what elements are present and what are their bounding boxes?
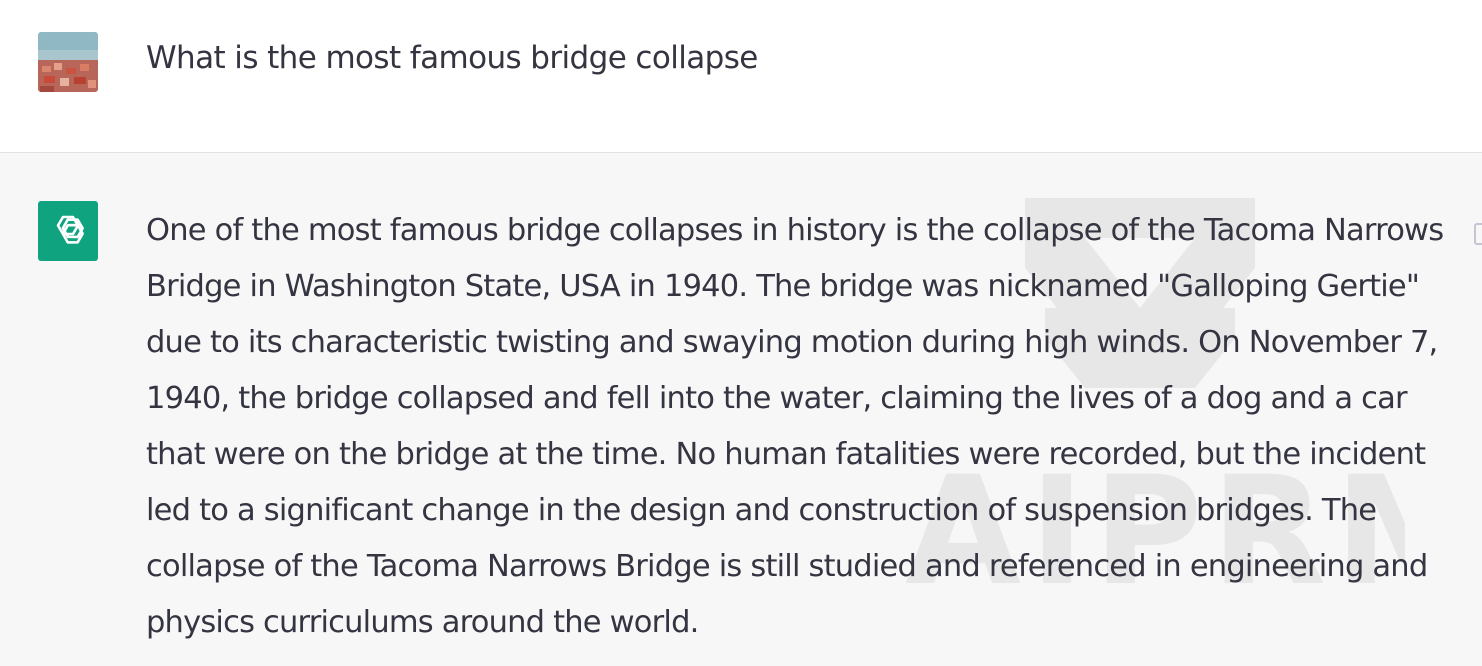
- chat-page: What is the most famous bridge collapse …: [0, 0, 1482, 666]
- copy-icon[interactable]: [1474, 223, 1482, 245]
- assistant-avatar: [38, 201, 98, 261]
- openai-logo-icon: [56, 215, 84, 244]
- assistant-message-row: AIPRM One of the most famous bridge coll…: [0, 153, 1482, 666]
- assistant-message-text: One of the most famous bridge collapses …: [146, 213, 1444, 640]
- user-avatar: [38, 32, 98, 92]
- user-message-text: What is the most famous bridge collapse: [146, 40, 758, 76]
- user-message-row: What is the most famous bridge collapse: [0, 0, 1482, 153]
